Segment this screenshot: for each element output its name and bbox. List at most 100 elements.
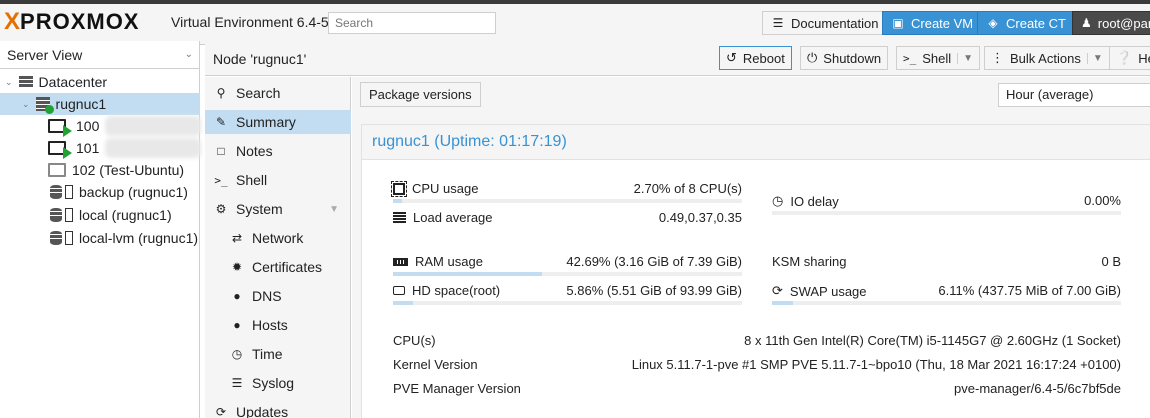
top-bar: X PROXMOX Virtual Environment 6.4-5 ☰ Do… — [0, 0, 1150, 45]
shell-button[interactable]: >_ Shell ▼ — [896, 46, 981, 70]
documentation-button[interactable]: ☰ Documentation — [762, 11, 888, 35]
ellipsis-vertical-icon: ⋮ — [991, 50, 1004, 65]
collapse-arrow-icon: ▼ — [329, 203, 339, 215]
cube-icon: ◈ — [988, 16, 998, 30]
terminal-icon: >_ — [903, 51, 917, 65]
info-row-pve-manager: PVE Manager Version pve-manager/6.4-5/6c… — [393, 381, 1121, 396]
node-nav: ⚲ Search ✎ Summary □ Notes >_ Shell ⚙ Sy… — [205, 77, 351, 418]
chevron-down-icon: ⌄ — [184, 49, 193, 60]
nav-item-summary[interactable]: ✎ Summary — [205, 110, 351, 134]
status-panel: rugnuc1 (Uptime: 01:17:19) CPU usage 2.7… — [361, 124, 1150, 418]
ram-usage-bar — [393, 272, 742, 276]
stat-swap: ⟳ SWAP usage 6.11% (437.75 MiB of 7.00 Gi… — [772, 281, 1121, 309]
panel-title: rugnuc1 (Uptime: 01:17:19) — [362, 125, 1150, 160]
redacted-name — [105, 138, 202, 158]
nav-item-certificates[interactable]: ✹ Certificates — [205, 255, 351, 279]
database-icon — [50, 185, 62, 199]
gears-icon: ⚙ — [215, 202, 227, 216]
proxmox-logo[interactable]: X PROXMOX — [4, 8, 140, 35]
refresh-icon: ⟳ — [215, 405, 227, 418]
stat-cpu: CPU usage 2.70% of 8 CPU(s) — [391, 179, 742, 207]
tree-item-storage-backup[interactable]: backup (rugnuc1) — [50, 181, 188, 203]
refresh-icon: ⟳ — [772, 283, 783, 298]
summary-content: Package versions Hour (average) rugnuc1 … — [352, 77, 1150, 418]
stat-io-delay: ◷ IO delay 0.00% — [772, 191, 1121, 219]
create-ct-button[interactable]: ◈ Create CT — [977, 11, 1075, 35]
search-icon: ⚲ — [216, 86, 226, 100]
ram-usage-fill — [393, 272, 542, 276]
node-toolbar: Node 'rugnuc1' ↺ Reboot ⏻ Shutdown >_ Sh… — [205, 41, 1150, 76]
swap-usage-bar — [772, 301, 1121, 305]
tree-item-storage-local[interactable]: local (rugnuc1) — [50, 204, 172, 226]
nav-item-notes[interactable]: □ Notes — [205, 139, 351, 163]
clock-icon: ◷ — [772, 193, 784, 208]
stat-ram: RAM usage 42.69% (3.16 GiB of 7.39 GiB) — [393, 252, 742, 280]
server-online-icon — [35, 97, 54, 114]
desktop-icon: ▣ — [892, 16, 904, 30]
tree-item-vm-102[interactable]: 102 (Test-Ubuntu) — [48, 159, 184, 181]
tasks-icon — [393, 212, 406, 223]
chevron-down-icon[interactable]: ▼ — [1086, 52, 1103, 64]
shutdown-button[interactable]: ⏻ Shutdown — [800, 46, 889, 70]
database-icon — [50, 231, 62, 245]
database-icon — [50, 208, 62, 222]
nav-item-updates[interactable]: ⟳ Updates — [205, 400, 351, 418]
book-icon: ✎ — [215, 115, 227, 129]
undo-icon: ↺ — [726, 50, 737, 65]
info-row-cpus: CPU(s) 8 x 11th Gen Intel(R) Core(TM) i5… — [393, 333, 1121, 348]
cpu-usage-bar — [393, 199, 742, 203]
nav-item-syslog[interactable]: ☰ Syslog — [205, 371, 351, 395]
clock-icon: ◷ — [231, 347, 243, 361]
logo-x: X — [4, 8, 21, 35]
nav-item-time[interactable]: ◷ Time — [205, 342, 351, 366]
node-title: Node 'rugnuc1' — [213, 51, 307, 67]
hd-usage-bar — [393, 301, 742, 305]
cpu-usage-fill — [393, 199, 403, 203]
nav-item-dns[interactable]: ● DNS — [205, 284, 351, 308]
product-version: Virtual Environment 6.4-5 — [171, 14, 329, 30]
nav-item-shell[interactable]: >_ Shell — [205, 168, 351, 192]
global-search-input[interactable] — [328, 12, 496, 34]
view-selector[interactable]: Server View ⌄ — [0, 41, 200, 69]
tree-item-vm-100[interactable]: 100 — [48, 115, 202, 137]
nav-item-system[interactable]: ⚙ System ▼ — [205, 197, 351, 221]
info-row-kernel: Kernel Version Linux 5.11.7-1-pve #1 SMP… — [393, 357, 1121, 372]
top-stripe — [0, 0, 1150, 4]
package-versions-button[interactable]: Package versions — [360, 82, 481, 107]
nav-item-hosts[interactable]: ● Hosts — [205, 313, 351, 337]
user-menu-button[interactable]: ♟ root@pam — [1072, 11, 1150, 35]
hd-usage-fill — [393, 301, 414, 305]
create-vm-button[interactable]: ▣ Create VM — [882, 11, 983, 35]
help-icon: ❔ — [1116, 50, 1133, 65]
help-button[interactable]: ❔ Help — [1109, 46, 1150, 70]
tree-item-storage-local-lvm[interactable]: local-lvm (rugnuc1) — [50, 227, 198, 249]
tree-item-datacenter[interactable]: ⌄ Datacenter — [5, 71, 107, 93]
logo-word: PROXMOX — [20, 9, 140, 34]
vm-running-icon — [48, 141, 72, 159]
vm-stopped-icon — [48, 163, 66, 177]
cpu-chip-icon — [391, 180, 407, 197]
network-icon: ⇄ — [231, 231, 243, 245]
io-delay-bar — [772, 211, 1121, 215]
stat-load: Load average 0.49,0.37,0.35 — [393, 208, 742, 236]
memory-icon — [393, 257, 408, 266]
note-icon: □ — [217, 144, 225, 158]
bulk-actions-button[interactable]: ⋮ Bulk Actions ▼ — [984, 46, 1110, 70]
book-icon: ☰ — [772, 16, 784, 30]
swap-usage-fill — [772, 301, 794, 305]
collapse-icon: ⌄ — [22, 98, 30, 109]
tree-item-vm-101[interactable]: 101 — [48, 137, 202, 159]
tree-item-rugnuc1[interactable]: ⌄ rugnuc1 — [0, 93, 200, 115]
globe-icon: ● — [233, 289, 241, 303]
reboot-button[interactable]: ↺ Reboot — [719, 46, 792, 70]
server-rack-icon — [18, 76, 33, 88]
nav-item-network[interactable]: ⇄ Network — [205, 226, 351, 250]
globe-icon: ● — [233, 318, 241, 332]
nav-item-search[interactable]: ⚲ Search — [205, 81, 351, 105]
redacted-name — [105, 116, 202, 136]
timeframe-select[interactable]: Hour (average) — [998, 83, 1150, 107]
chevron-down-icon[interactable]: ▼ — [957, 52, 973, 64]
collapse-icon: ⌄ — [5, 76, 13, 87]
list-icon: ☰ — [231, 376, 243, 390]
terminal-icon: >_ — [214, 173, 228, 187]
